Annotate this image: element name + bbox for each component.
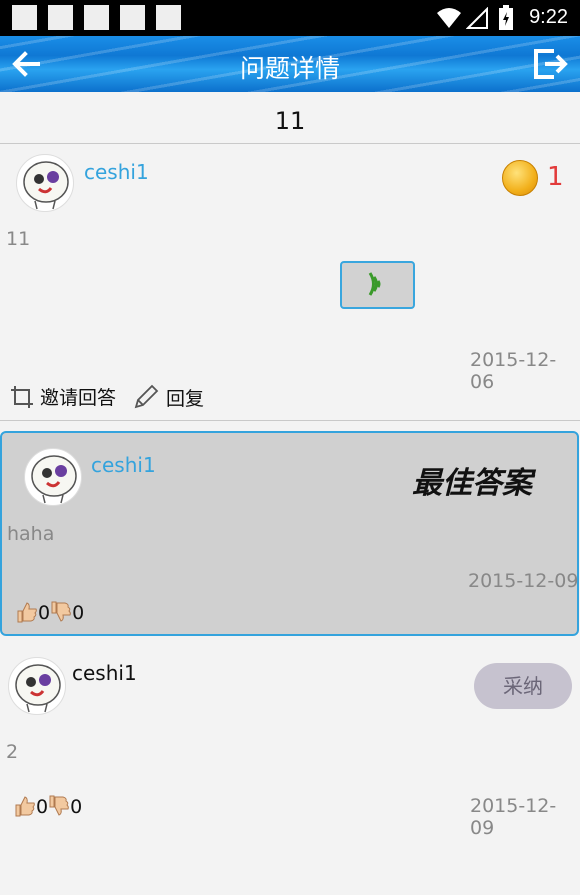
page-title: 问题详情 — [239, 54, 340, 83]
adopt-button[interactable]: 采纳 — [474, 663, 572, 709]
like-count: 0 — [36, 796, 49, 818]
notification-icon — [156, 5, 181, 30]
thumbs-down-icon[interactable] — [50, 601, 72, 623]
answer-date: 2015-12-09 — [470, 795, 557, 839]
voice-wave-icon — [368, 272, 381, 296]
status-bar: 9:22 — [0, 0, 580, 36]
thumbs-up-icon[interactable] — [14, 795, 36, 817]
thumbs-down-icon[interactable] — [48, 795, 70, 817]
avatar[interactable] — [8, 657, 66, 715]
notification-icon — [12, 5, 37, 30]
dislike-count: 0 — [72, 602, 85, 624]
coin-icon — [502, 160, 538, 196]
answer-content: haha — [7, 523, 55, 545]
question-title: 11 — [0, 92, 580, 144]
clock: 9:22 — [529, 6, 568, 28]
answer-content: 2 — [6, 741, 19, 763]
avatar[interactable] — [16, 154, 74, 212]
avatar[interactable] — [24, 448, 82, 506]
exit-icon[interactable] — [532, 47, 570, 81]
question-content: 11 — [6, 228, 31, 250]
thumbs-up-icon[interactable] — [16, 601, 38, 623]
battery-icon — [499, 5, 513, 30]
reply-label: 回复 — [166, 388, 205, 410]
question-date: 2015-12-06 — [470, 349, 557, 393]
wifi-icon — [437, 8, 461, 28]
notification-icon — [120, 5, 145, 30]
invite-answer-button[interactable]: 邀请回答 — [10, 383, 116, 410]
pencil-icon — [134, 384, 159, 409]
notification-icon — [48, 5, 73, 30]
voice-play-button[interactable] — [340, 261, 415, 309]
divider — [0, 420, 580, 421]
like-count: 0 — [38, 602, 51, 624]
answer-username[interactable]: ceshi1 — [72, 661, 137, 685]
vote-row: 00 — [14, 795, 82, 818]
invite-answer-label: 邀请回答 — [40, 387, 117, 409]
question-username[interactable]: ceshi1 — [84, 160, 149, 184]
signal-icon — [466, 7, 488, 29]
answer-date: 2015-12-09 — [468, 570, 579, 592]
answer-username[interactable]: ceshi1 — [91, 453, 156, 477]
app-header: 问题详情 — [0, 36, 580, 92]
dislike-count: 0 — [70, 796, 83, 818]
notification-icon — [84, 5, 109, 30]
reward-value: 1 — [547, 162, 564, 192]
best-answer-badge: 最佳答案 — [412, 466, 532, 501]
crop-icon — [11, 386, 33, 408]
vote-row: 00 — [16, 601, 84, 624]
reply-button[interactable]: 回复 — [132, 383, 204, 411]
